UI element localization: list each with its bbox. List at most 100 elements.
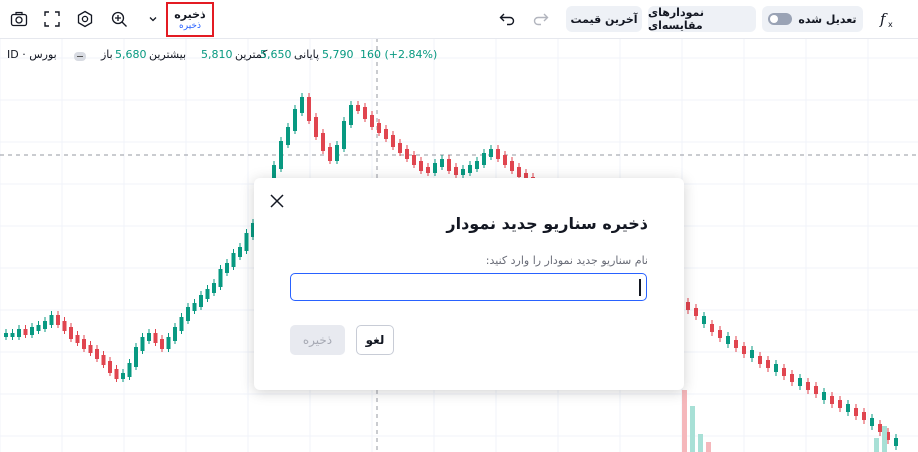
dialog-cancel-button[interactable]: لغو xyxy=(356,325,394,355)
candle-body xyxy=(440,159,444,167)
candle-body xyxy=(468,165,472,173)
adjusted-label: تعدیل شده xyxy=(798,12,857,26)
candle-body xyxy=(790,374,794,382)
low-value: 5,650 xyxy=(260,48,292,61)
candle-body xyxy=(300,97,304,113)
close-label: پایانی xyxy=(294,48,320,61)
candle-body xyxy=(43,321,47,329)
close-icon[interactable] xyxy=(268,192,286,210)
candle-body xyxy=(822,392,826,400)
candle-body xyxy=(489,149,493,157)
candle-body xyxy=(286,127,290,145)
candle-body xyxy=(742,346,746,354)
candle-body xyxy=(838,400,842,408)
settings-icon[interactable] xyxy=(75,9,95,29)
chevron-down-icon[interactable] xyxy=(143,9,163,29)
candle-body xyxy=(878,424,882,432)
candle-body xyxy=(391,135,395,147)
camera-icon[interactable] xyxy=(9,9,29,29)
market-label: بورس · ID xyxy=(7,48,57,61)
dialog-title: ذخیره سناریو جدید نمودار xyxy=(446,214,648,233)
candle-body xyxy=(774,364,778,372)
candle-body xyxy=(384,129,388,139)
candle-body xyxy=(702,316,706,324)
candle-body xyxy=(314,117,318,137)
save-scenario-dialog: ذخیره سناریو جدید نمودار نام سناریو جدید… xyxy=(254,178,684,390)
candle-body xyxy=(718,330,722,338)
candle-body xyxy=(75,335,80,343)
candle-body xyxy=(179,317,184,331)
compare-charts-button[interactable]: نمودارهای مقایسه‌ای xyxy=(648,6,756,32)
candle-body xyxy=(147,333,151,341)
candle-body xyxy=(814,386,818,394)
volume-bar xyxy=(682,390,687,452)
candle-body xyxy=(328,147,332,161)
candle-body xyxy=(398,143,402,153)
candle-body xyxy=(121,373,125,379)
candle-body xyxy=(166,337,171,349)
candle-body xyxy=(62,321,67,331)
svg-text:x: x xyxy=(888,20,893,29)
save-button-sublabel: ذخیره xyxy=(179,20,201,31)
volume-bar xyxy=(698,434,703,452)
candle-body xyxy=(349,105,353,125)
candle-body xyxy=(433,163,437,173)
candle-body xyxy=(88,345,93,353)
high-label: بیشترین xyxy=(149,48,187,61)
volume-bar xyxy=(874,438,879,452)
candle-body xyxy=(10,333,15,337)
dialog-save-button[interactable]: ذخیره xyxy=(290,325,345,355)
magnet-icon[interactable] xyxy=(109,9,129,29)
candle-body xyxy=(766,360,770,368)
candle-body xyxy=(4,333,8,337)
candle-body xyxy=(225,263,229,273)
candle-body xyxy=(36,325,41,331)
candle-body xyxy=(503,155,507,165)
redo-icon[interactable] xyxy=(531,9,551,29)
candle-body xyxy=(153,333,158,343)
candle-body xyxy=(894,438,898,446)
candle-body xyxy=(734,340,738,348)
function-icon[interactable]: fx xyxy=(878,9,898,29)
candle-body xyxy=(846,404,850,412)
candle-body xyxy=(212,283,216,293)
candle-body xyxy=(694,308,698,316)
candle-body xyxy=(454,167,458,175)
candle-body xyxy=(56,315,60,325)
candle-body xyxy=(830,396,834,404)
svg-text:f: f xyxy=(879,10,888,28)
toggle-switch-icon[interactable] xyxy=(768,13,793,25)
candle-body xyxy=(419,161,423,171)
candle-body xyxy=(30,327,34,335)
candle-body xyxy=(377,123,381,133)
candle-body xyxy=(49,315,54,325)
volume-bar xyxy=(882,426,887,452)
candle-body xyxy=(134,347,138,367)
fullscreen-icon[interactable] xyxy=(42,9,62,29)
candle-body xyxy=(496,149,500,159)
last-price-button[interactable]: آخرین قیمت xyxy=(566,6,642,32)
candle-body xyxy=(517,167,521,177)
candle-body xyxy=(870,418,874,426)
scenario-name-input[interactable] xyxy=(290,273,647,301)
high-value: 5,810 xyxy=(201,48,233,61)
text-cursor xyxy=(639,279,641,296)
candle-body xyxy=(426,167,430,173)
candle-body xyxy=(782,368,786,376)
save-button[interactable]: ذخیره ذخیره xyxy=(166,2,214,37)
candle-body xyxy=(218,269,223,287)
candle-body xyxy=(447,159,451,171)
close-value: 5,790 xyxy=(322,48,354,61)
candle-body xyxy=(95,349,99,359)
candle-body xyxy=(69,327,73,339)
candle-body xyxy=(238,247,242,257)
volume-bar xyxy=(706,442,711,452)
adjusted-toggle[interactable]: تعدیل شده xyxy=(762,6,863,32)
candle-body xyxy=(82,339,86,349)
undo-icon[interactable] xyxy=(497,9,517,29)
candle-body xyxy=(726,336,730,344)
collapse-legend-button[interactable] xyxy=(74,52,86,61)
candle-body xyxy=(412,155,416,165)
candle-body xyxy=(101,355,106,365)
candle-body xyxy=(758,356,762,364)
